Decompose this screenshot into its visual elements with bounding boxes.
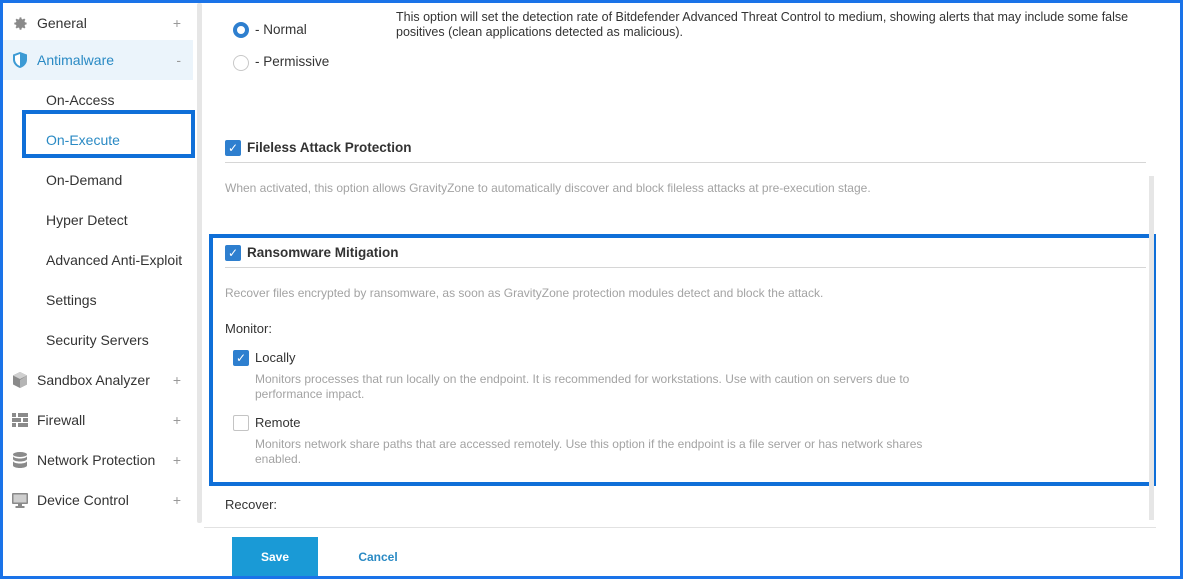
sidebar-item-label: Device Control <box>37 492 129 508</box>
firewall-icon <box>12 412 28 428</box>
sidebar-item-network-protection[interactable]: Network Protection + <box>3 440 193 480</box>
ransomware-mitigation-title: Ransomware Mitigation <box>247 245 399 260</box>
monitor-icon <box>12 492 28 508</box>
expand-icon[interactable]: + <box>173 492 181 508</box>
database-icon <box>12 452 28 468</box>
shield-icon <box>12 52 28 68</box>
sidebar-subitem-hyper-detect[interactable]: Hyper Detect <box>46 200 128 240</box>
cancel-button[interactable]: Cancel <box>340 537 416 576</box>
sidebar-subitem-on-demand[interactable]: On-Demand <box>46 160 122 200</box>
divider <box>225 162 1146 163</box>
expand-icon[interactable]: + <box>173 412 181 428</box>
monitor-remote-label: Remote <box>255 415 301 430</box>
monitor-remote-description: Monitors network share paths that are ac… <box>255 437 923 466</box>
radio-normal-label: - Normal <box>255 22 307 37</box>
monitor-locally-checkbox[interactable]: ✓ <box>233 350 249 366</box>
sidebar-item-device-control[interactable]: Device Control + <box>3 480 193 520</box>
detection-level-description: This option will set the detection rate … <box>396 10 1129 39</box>
save-button[interactable]: Save <box>232 537 318 576</box>
cube-icon <box>12 372 28 388</box>
divider <box>225 267 1146 268</box>
sidebar-scrollbar[interactable] <box>197 3 202 523</box>
sidebar-item-label: General <box>37 15 87 31</box>
sidebar-item-label: Antimalware <box>37 52 115 68</box>
ransomware-mitigation-checkbox[interactable]: ✓ <box>225 245 241 261</box>
fileless-attack-checkbox[interactable]: ✓ <box>225 140 241 156</box>
sidebar-item-label: Sandbox Analyzer <box>37 372 150 388</box>
monitor-locally-description: Monitors processes that run locally on t… <box>255 372 910 401</box>
sidebar-item-sandbox-analyzer[interactable]: Sandbox Analyzer + <box>3 360 193 400</box>
expand-icon[interactable]: + <box>173 372 181 388</box>
settings-sidebar: General + Antimalware - On-Access On-Exe… <box>3 3 202 576</box>
content-scrollbar[interactable] <box>1149 176 1154 520</box>
monitor-remote-checkbox[interactable] <box>233 415 249 431</box>
radio-permissive-label: - Permissive <box>255 54 330 69</box>
fileless-attack-title: Fileless Attack Protection <box>247 140 412 155</box>
gear-icon <box>12 15 28 31</box>
sidebar-item-label: Network Protection <box>37 452 156 468</box>
sidebar-item-label: Firewall <box>37 412 86 428</box>
sidebar-subitem-advanced-anti-exploit[interactable]: Advanced Anti-Exploit <box>46 240 182 280</box>
recover-label: Recover: <box>225 497 278 512</box>
sidebar-item-general[interactable]: General + <box>3 3 193 43</box>
sidebar-subitem-security-servers[interactable]: Security Servers <box>46 320 149 360</box>
sidebar-item-antimalware[interactable]: Antimalware - <box>3 40 193 80</box>
collapse-icon[interactable]: - <box>176 52 181 68</box>
footer-divider <box>204 527 1156 528</box>
sidebar-item-firewall[interactable]: Firewall + <box>3 400 193 440</box>
expand-icon[interactable]: + <box>173 452 181 468</box>
monitor-label: Monitor: <box>225 321 272 336</box>
on-execute-highlight-box <box>22 110 195 158</box>
expand-icon[interactable]: + <box>173 15 181 31</box>
monitor-locally-label: Locally <box>255 350 296 365</box>
ransomware-mitigation-description: Recover files encrypted by ransomware, a… <box>225 286 824 300</box>
fileless-attack-description: When activated, this option allows Gravi… <box>225 181 871 195</box>
sidebar-subitem-settings[interactable]: Settings <box>46 280 97 320</box>
radio-permissive[interactable] <box>233 55 249 71</box>
radio-normal[interactable] <box>233 22 249 38</box>
